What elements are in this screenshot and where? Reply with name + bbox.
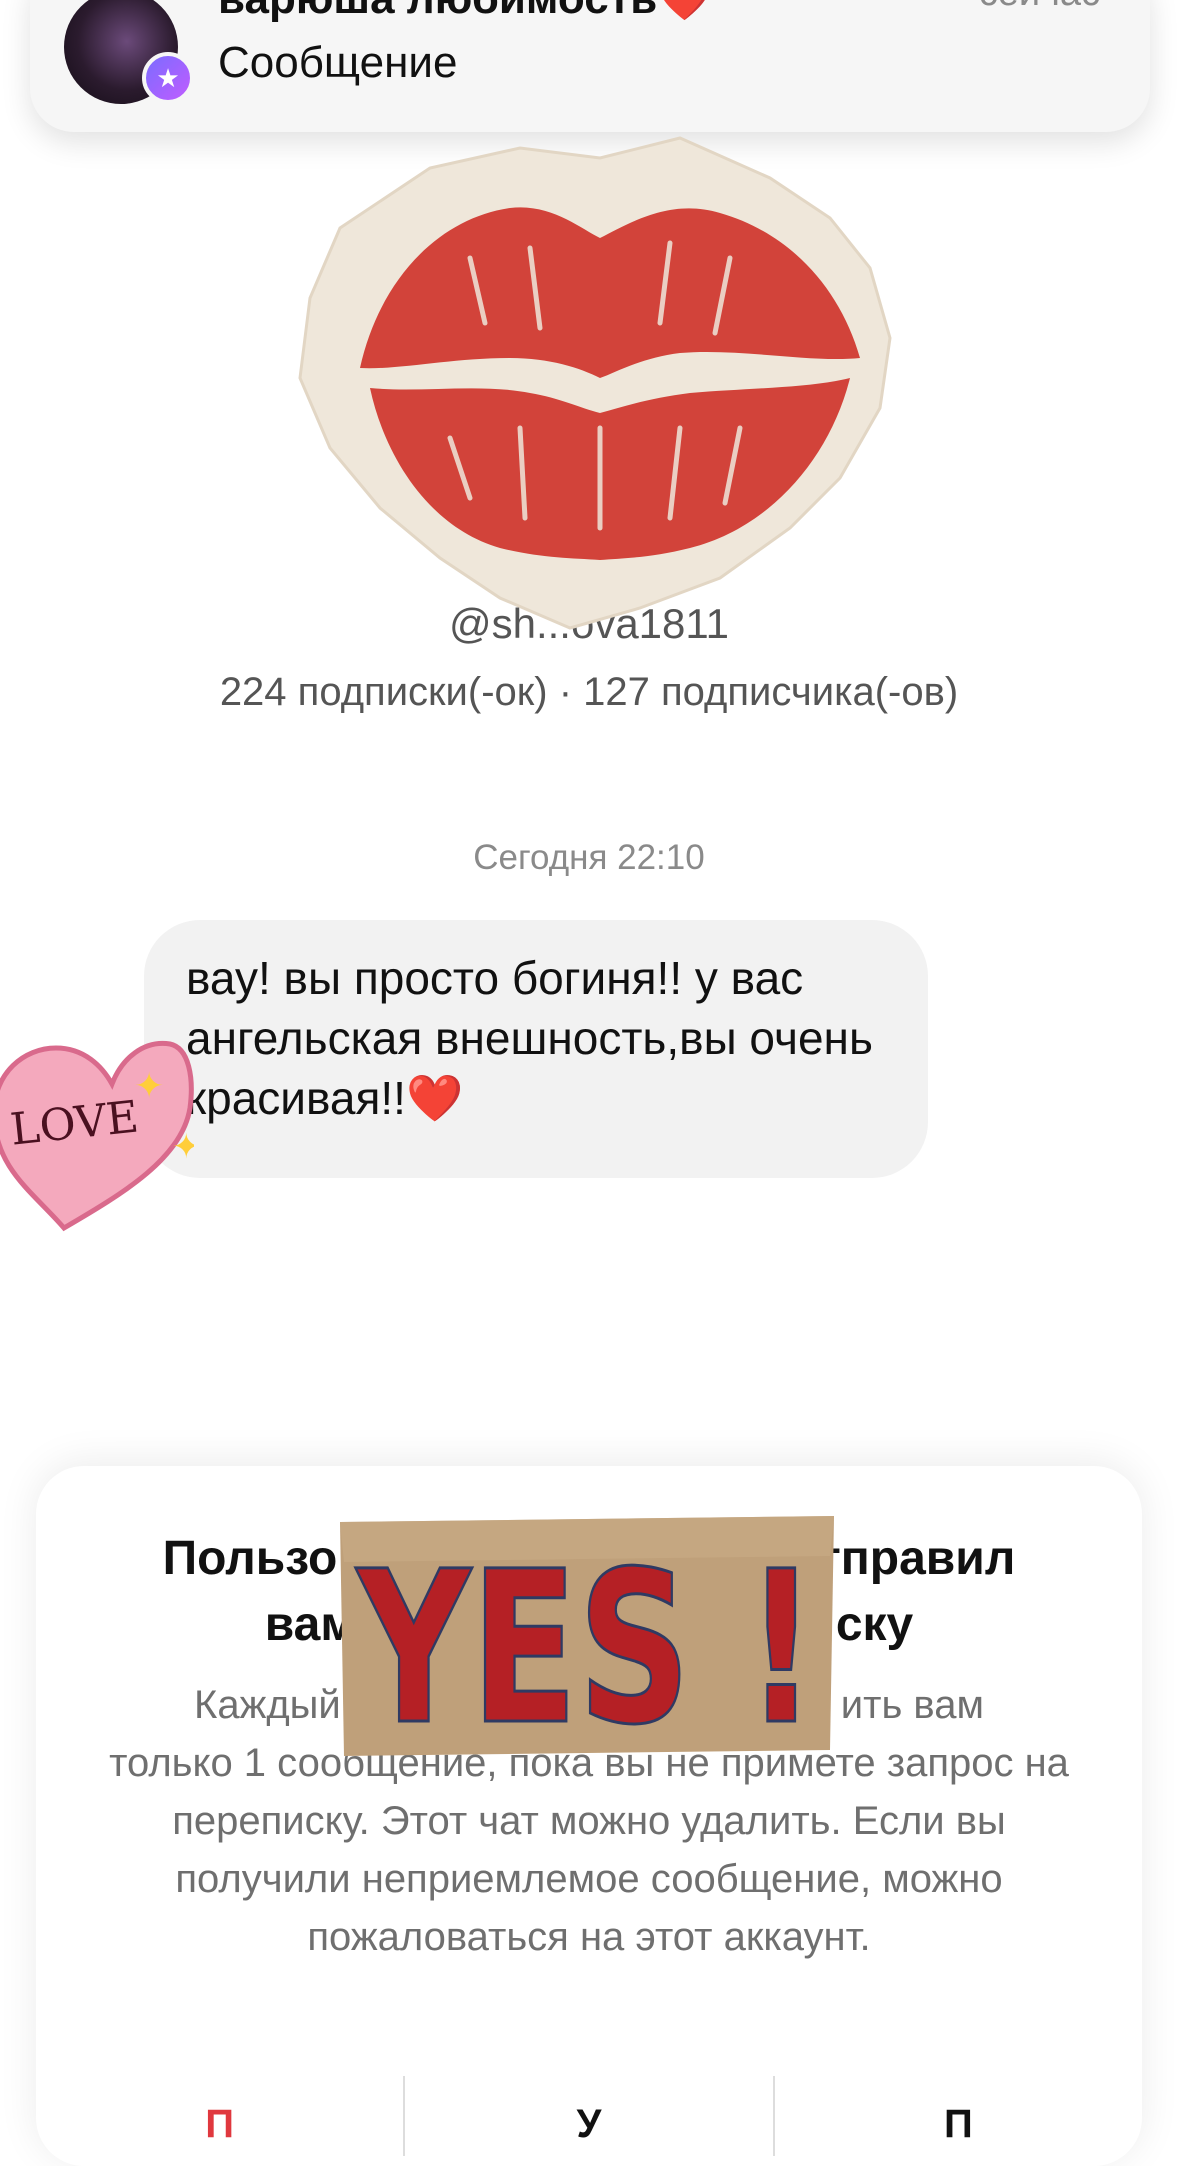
- yes-sticker-label: YES !: [355, 1526, 817, 1756]
- message-bubble[interactable]: вау! вы просто богиня!! у вас ангельская…: [144, 920, 928, 1178]
- delete-chat-button[interactable]: У: [405, 2062, 772, 2162]
- notification-title: варюша любимость❤️: [218, 0, 712, 24]
- heart-sticker: LOVE ✦ ✦: [0, 1040, 194, 1232]
- star-icon: ★: [142, 52, 194, 104]
- chat-date: Сегодня 22:10: [473, 838, 705, 877]
- request-body-right: ить вам: [840, 1683, 984, 1727]
- yes-sticker: YES !: [340, 1516, 834, 1756]
- profile-stats: 224 подписки(-ок) · 127 подписчика(-ов): [219, 670, 959, 714]
- request-title-right: тправил: [817, 1532, 1016, 1585]
- request-body-rest: только 1 сообщение, пока вы не примете з…: [109, 1741, 1069, 1959]
- lips-sticker: [298, 136, 892, 630]
- request-title-left: Пользо: [162, 1532, 338, 1585]
- request-actions: П У П: [36, 2062, 1142, 2162]
- delete-button[interactable]: П: [36, 2062, 403, 2162]
- request-body-left: Каждый: [194, 1683, 341, 1727]
- message-text: вау! вы просто богиня!! у вас ангельская…: [186, 952, 873, 1124]
- sparkle-icon: ✦: [134, 1065, 164, 1106]
- notification-time: сейчас: [979, 0, 1100, 15]
- request-title-line2-right: ску: [835, 1598, 914, 1651]
- accept-button[interactable]: П: [775, 2062, 1142, 2162]
- notification-subtitle: Сообщение: [218, 38, 458, 87]
- sparkle-icon: ✦: [172, 1128, 194, 1166]
